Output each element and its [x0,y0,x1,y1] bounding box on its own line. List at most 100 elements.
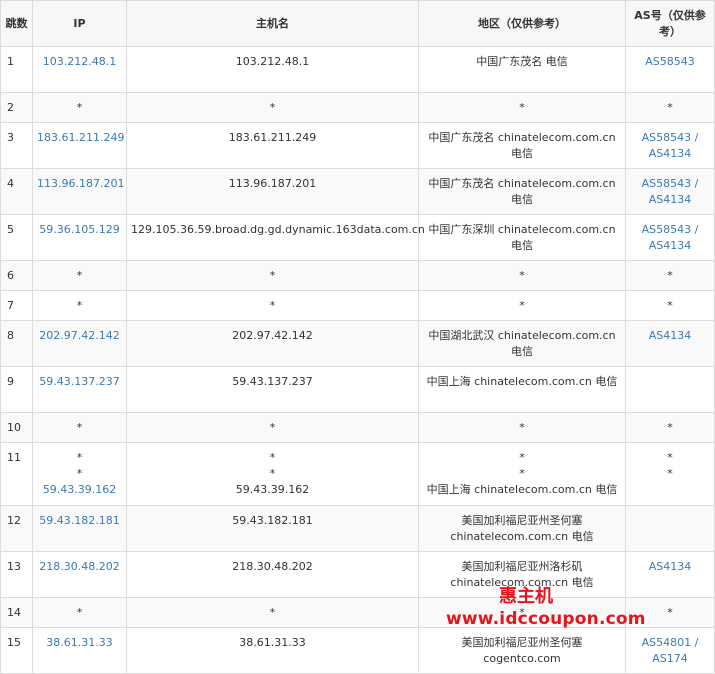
ip-cell: 38.61.31.33 [32,627,127,674]
region-text: 中国上海 chinatelecom.com.cn 电信 [426,483,618,496]
ip-link[interactable]: 218.30.48.202 [37,559,122,575]
hostname-text: 38.61.31.33 [239,636,306,649]
as-link: * [667,101,673,114]
as-link[interactable]: AS4134 [630,238,710,254]
hostname-cell: 103.212.48.1 [126,46,419,93]
hostname-cell: 183.61.211.249 [126,122,419,169]
ip-link: * [76,467,83,480]
hostname-text: 202.97.42.142 [232,329,313,342]
ip-link[interactable]: 113.96.187.201 [37,176,124,192]
as-cell: * * [625,442,715,506]
table-row: 6 * * * * [0,260,715,291]
hop-cell: 3 [0,122,33,169]
table-body: 1 103.212.48.1 103.212.48.1 中国广东茂名 电信 AS5854… [0,46,715,674]
as-link: * [667,421,673,434]
hostname-cell: 38.61.31.33 [126,627,419,674]
ip-link[interactable]: 103.212.48.1 [37,54,122,70]
hop-cell: 2 [0,92,33,123]
table-row: 13 218.30.48.202 218.30.48.202 美国加利福尼亚州洛杉矶 … [0,551,715,598]
hostname-cell: 113.96.187.201 [126,168,419,215]
ip-cell: 218.30.48.202 [32,551,127,598]
ip-cell: 202.97.42.142 [32,320,127,367]
hostname-text: * [269,467,276,480]
hostname-cell: 129.105.36.59.broad.dg.gd.dynamic.163dat… [126,214,425,261]
hostname-text: 218.30.48.202 [232,560,313,573]
ip-cell: 59.36.105.129 [32,214,127,261]
ip-link[interactable]: 59.43.39.162 [37,482,122,498]
as-cell: AS4134 [625,320,715,367]
region-cell: * [418,290,626,321]
header-hostname: 主机名 [126,0,419,47]
as-link[interactable]: AS58543 / [630,130,710,146]
as-link[interactable]: AS4134 [630,328,710,344]
table-row: 1 103.212.48.1 103.212.48.1 中国广东茂名 电信 AS5854… [0,46,715,93]
as-link[interactable]: AS58543 / [630,176,710,192]
table-row: 2 * * * * [0,92,715,123]
region-cell: * [418,260,626,291]
as-cell: AS4134 [625,551,715,598]
header-as-number: AS号（仅供参考） [625,0,715,47]
hostname-cell: * [126,412,419,443]
as-cell: * [625,260,715,291]
hop-cell: 12 [0,505,33,552]
hostname-cell: * * 59.43.39.162 [126,442,419,506]
hostname-text: * [269,269,276,282]
as-link: * [667,451,673,464]
hostname-text: * [269,101,276,114]
ip-link[interactable]: 202.97.42.142 [37,328,122,344]
ip-link[interactable]: 59.36.105.129 [37,222,122,238]
hop-cell: 4 [0,168,33,215]
as-cell: AS58543 /AS4134 [625,214,715,261]
as-link[interactable]: AS58543 / [630,222,710,238]
hostname-text: 129.105.36.59.broad.dg.gd.dynamic.163dat… [131,223,425,236]
as-link: * [667,269,673,282]
as-link[interactable]: AS4134 [630,192,710,208]
hop-cell: 7 [0,290,33,321]
ip-link: * [76,451,83,464]
table-row: 12 59.43.182.181 59.43.182.181 美国加利福尼亚州圣何塞 … [0,505,715,552]
ip-cell: * [32,260,127,291]
as-cell: * [625,92,715,123]
hop-cell: 9 [0,366,33,413]
ip-cell: * [32,92,127,123]
hostname-text: * [269,606,276,619]
ip-cell: * [32,290,127,321]
region-cell: 美国加利福尼亚州圣何塞 cogentco.com [418,627,626,674]
table-row: 3 183.61.211.249 183.61.211.249 中国广东茂名 chin… [0,122,715,169]
hop-cell: 6 [0,260,33,291]
hostname-cell: 59.43.182.181 [126,505,419,552]
hostname-text: 113.96.187.201 [228,177,317,190]
ip-link[interactable]: 183.61.211.249 [37,130,124,146]
ip-link: * [76,421,83,434]
hostname-text: 103.212.48.1 [235,55,310,68]
hop-cell: 13 [0,551,33,598]
hostname-text: * [269,421,276,434]
as-link: * [667,299,673,312]
watermark-url: www.idccoupon.com [446,609,646,629]
region-cell: 中国广东茂名 chinatelecom.com.cn 电信 [418,168,626,215]
as-link[interactable]: AS4134 [630,146,710,162]
as-link[interactable]: AS54801 / [630,635,710,651]
ip-link: * [76,299,83,312]
hostname-cell: 218.30.48.202 [126,551,419,598]
as-cell: AS58543 [625,46,715,93]
hop-cell: 11 [0,442,33,506]
region-cell: 中国湖北武汉 chinatelecom.com.cn 电信 [418,320,626,367]
table-row: 15 38.61.31.33 38.61.31.33 美国加利福尼亚州圣何塞 coge… [0,627,715,674]
hostname-cell: * [126,92,419,123]
as-link[interactable]: AS174 [630,651,710,667]
region-cell: 美国加利福尼亚州圣何塞 chinatelecom.com.cn 电信 [418,505,626,552]
as-link[interactable]: AS4134 [630,559,710,575]
hostname-cell: 202.97.42.142 [126,320,419,367]
ip-link[interactable]: 59.43.182.181 [37,513,122,529]
hop-cell: 8 [0,320,33,367]
ip-cell: 59.43.182.181 [32,505,127,552]
hostname-cell: * [126,597,419,628]
region-cell: 中国广东茂名 chinatelecom.com.cn 电信 [418,122,626,169]
region-cell: * [418,412,626,443]
hostname-text: 59.43.182.181 [232,514,313,527]
ip-link[interactable]: 59.43.137.237 [37,374,122,390]
as-link[interactable]: AS58543 [630,54,710,70]
ip-link[interactable]: 38.61.31.33 [37,635,122,651]
hop-cell: 10 [0,412,33,443]
